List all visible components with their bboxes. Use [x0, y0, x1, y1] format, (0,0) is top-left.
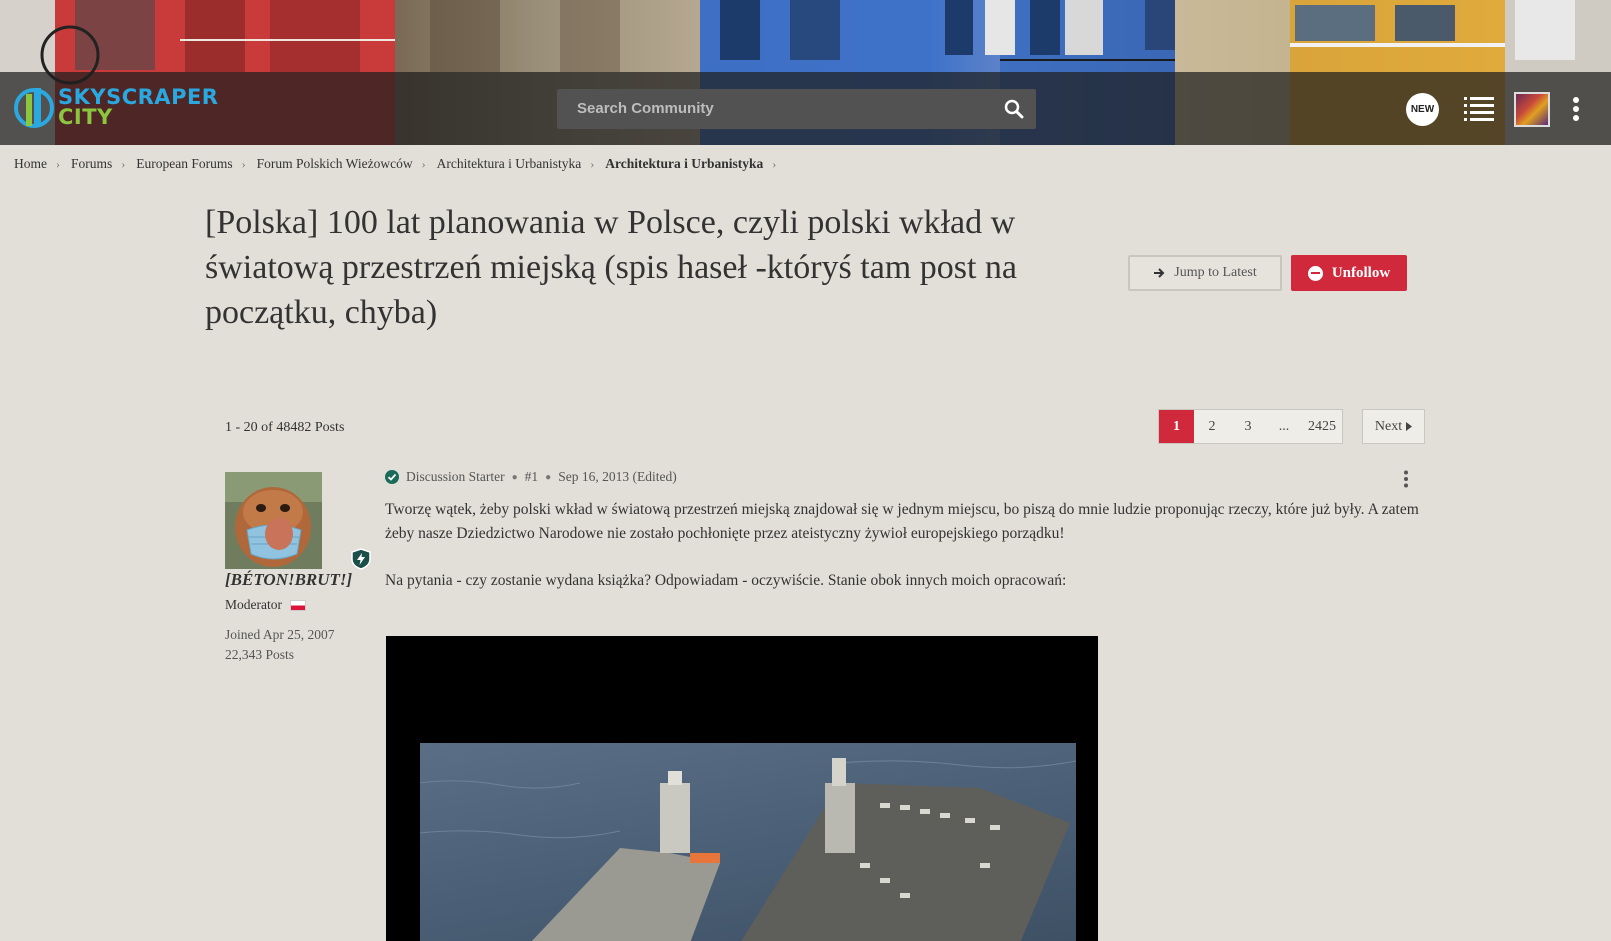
more-menu-icon[interactable]: [1572, 96, 1580, 122]
author-role: Moderator: [225, 597, 306, 613]
breadcrumb-architektura[interactable]: Architektura i Urbanistyka: [437, 156, 582, 172]
discussion-starter-label: Discussion Starter: [406, 469, 505, 484]
page-3[interactable]: 3: [1230, 410, 1266, 443]
post-count: 1 - 20 of 48482 Posts: [225, 420, 345, 435]
post-paragraph: Tworzę wątek, żeby polski wkład w świato…: [385, 501, 1419, 542]
chevron-right-icon: ›: [56, 156, 60, 171]
poland-flag-icon: [289, 599, 306, 611]
page-2[interactable]: 2: [1194, 410, 1230, 443]
post-body: Tworzę wątek, żeby polski wkład w świato…: [385, 498, 1425, 616]
chevron-right-icon: ›: [121, 156, 126, 171]
author-name[interactable]: [BÉTON!BRUT!]: [225, 570, 352, 590]
jump-to-latest-button[interactable]: Jump to Latest: [1128, 255, 1282, 291]
ships-illustration: [419, 758, 1077, 941]
minus-circle-icon: [1307, 265, 1323, 281]
logo-text-city: CITY: [58, 105, 113, 129]
author-joined: Joined Apr 25, 2007: [225, 627, 335, 642]
post-meta: Discussion Starter ● #1 ● Sep 16, 2013 (…: [385, 469, 677, 485]
site-header: SKYSCRAPER CITY Search Community NEW: [0, 0, 1611, 145]
page-last[interactable]: 2425: [1302, 410, 1342, 443]
post-image[interactable]: [386, 636, 1098, 941]
chevron-right-icon: ›: [590, 156, 595, 171]
dot-separator: ●: [545, 471, 552, 483]
unfollow-button[interactable]: Unfollow: [1291, 255, 1407, 291]
moderator-shield-icon: [351, 548, 371, 570]
thread-title: [Polska] 100 lat planowania w Polsce, cz…: [205, 204, 1018, 331]
breadcrumb-european-forums[interactable]: European Forums: [136, 156, 232, 172]
avatar-image: [225, 472, 322, 569]
post-options-icon[interactable]: [1403, 470, 1409, 488]
post-number[interactable]: #1: [525, 469, 539, 485]
breadcrumb: Home › Forums › European Forums › Forum …: [14, 156, 787, 172]
author-avatar[interactable]: [225, 472, 322, 569]
author-role-label: Moderator: [225, 597, 282, 612]
chevron-right-icon: ›: [241, 156, 246, 171]
search-placeholder: Search Community: [577, 100, 714, 117]
post-date[interactable]: Sep 16, 2013 (Edited): [558, 469, 676, 485]
pagination: 1 2 3 ... 2425: [1158, 409, 1343, 444]
chevron-right-icon: ›: [421, 156, 426, 171]
user-avatar[interactable]: [1514, 92, 1550, 127]
aircraft-carrier-photo: [419, 743, 1077, 941]
new-posts-button[interactable]: NEW: [1406, 93, 1439, 126]
post-paragraph: Na pytania - czy zostanie wydana książka…: [385, 572, 1067, 589]
arrow-right-icon: [1154, 268, 1165, 278]
next-page-button[interactable]: Next: [1362, 409, 1425, 444]
breadcrumb-home[interactable]: Home: [14, 156, 47, 172]
logo-icon: [14, 88, 54, 128]
unfollow-label: Unfollow: [1331, 264, 1391, 281]
breadcrumb-forum-polskich[interactable]: Forum Polskich Wieżowców: [257, 156, 413, 172]
site-logo[interactable]: SKYSCRAPER CITY: [14, 84, 218, 130]
breadcrumb-current[interactable]: Architektura i Urbanistyka: [605, 156, 763, 172]
verified-check-icon: [385, 470, 399, 484]
page-ellipsis: ...: [1278, 418, 1290, 434]
search-icon[interactable]: [1004, 99, 1024, 119]
breadcrumb-forums[interactable]: Forums: [71, 156, 112, 172]
dot-separator: ●: [511, 471, 518, 483]
chevron-right-icon: ›: [772, 156, 777, 171]
jump-to-latest-label: Jump to Latest: [1174, 265, 1257, 280]
list-icon[interactable]: [1464, 96, 1494, 122]
caret-right-icon: [1406, 422, 1413, 431]
author-post-count: 22,343 Posts: [225, 647, 295, 662]
page-1[interactable]: 1: [1159, 410, 1194, 443]
next-page-label: Next: [1374, 418, 1403, 434]
search-input[interactable]: Search Community: [557, 89, 1036, 129]
